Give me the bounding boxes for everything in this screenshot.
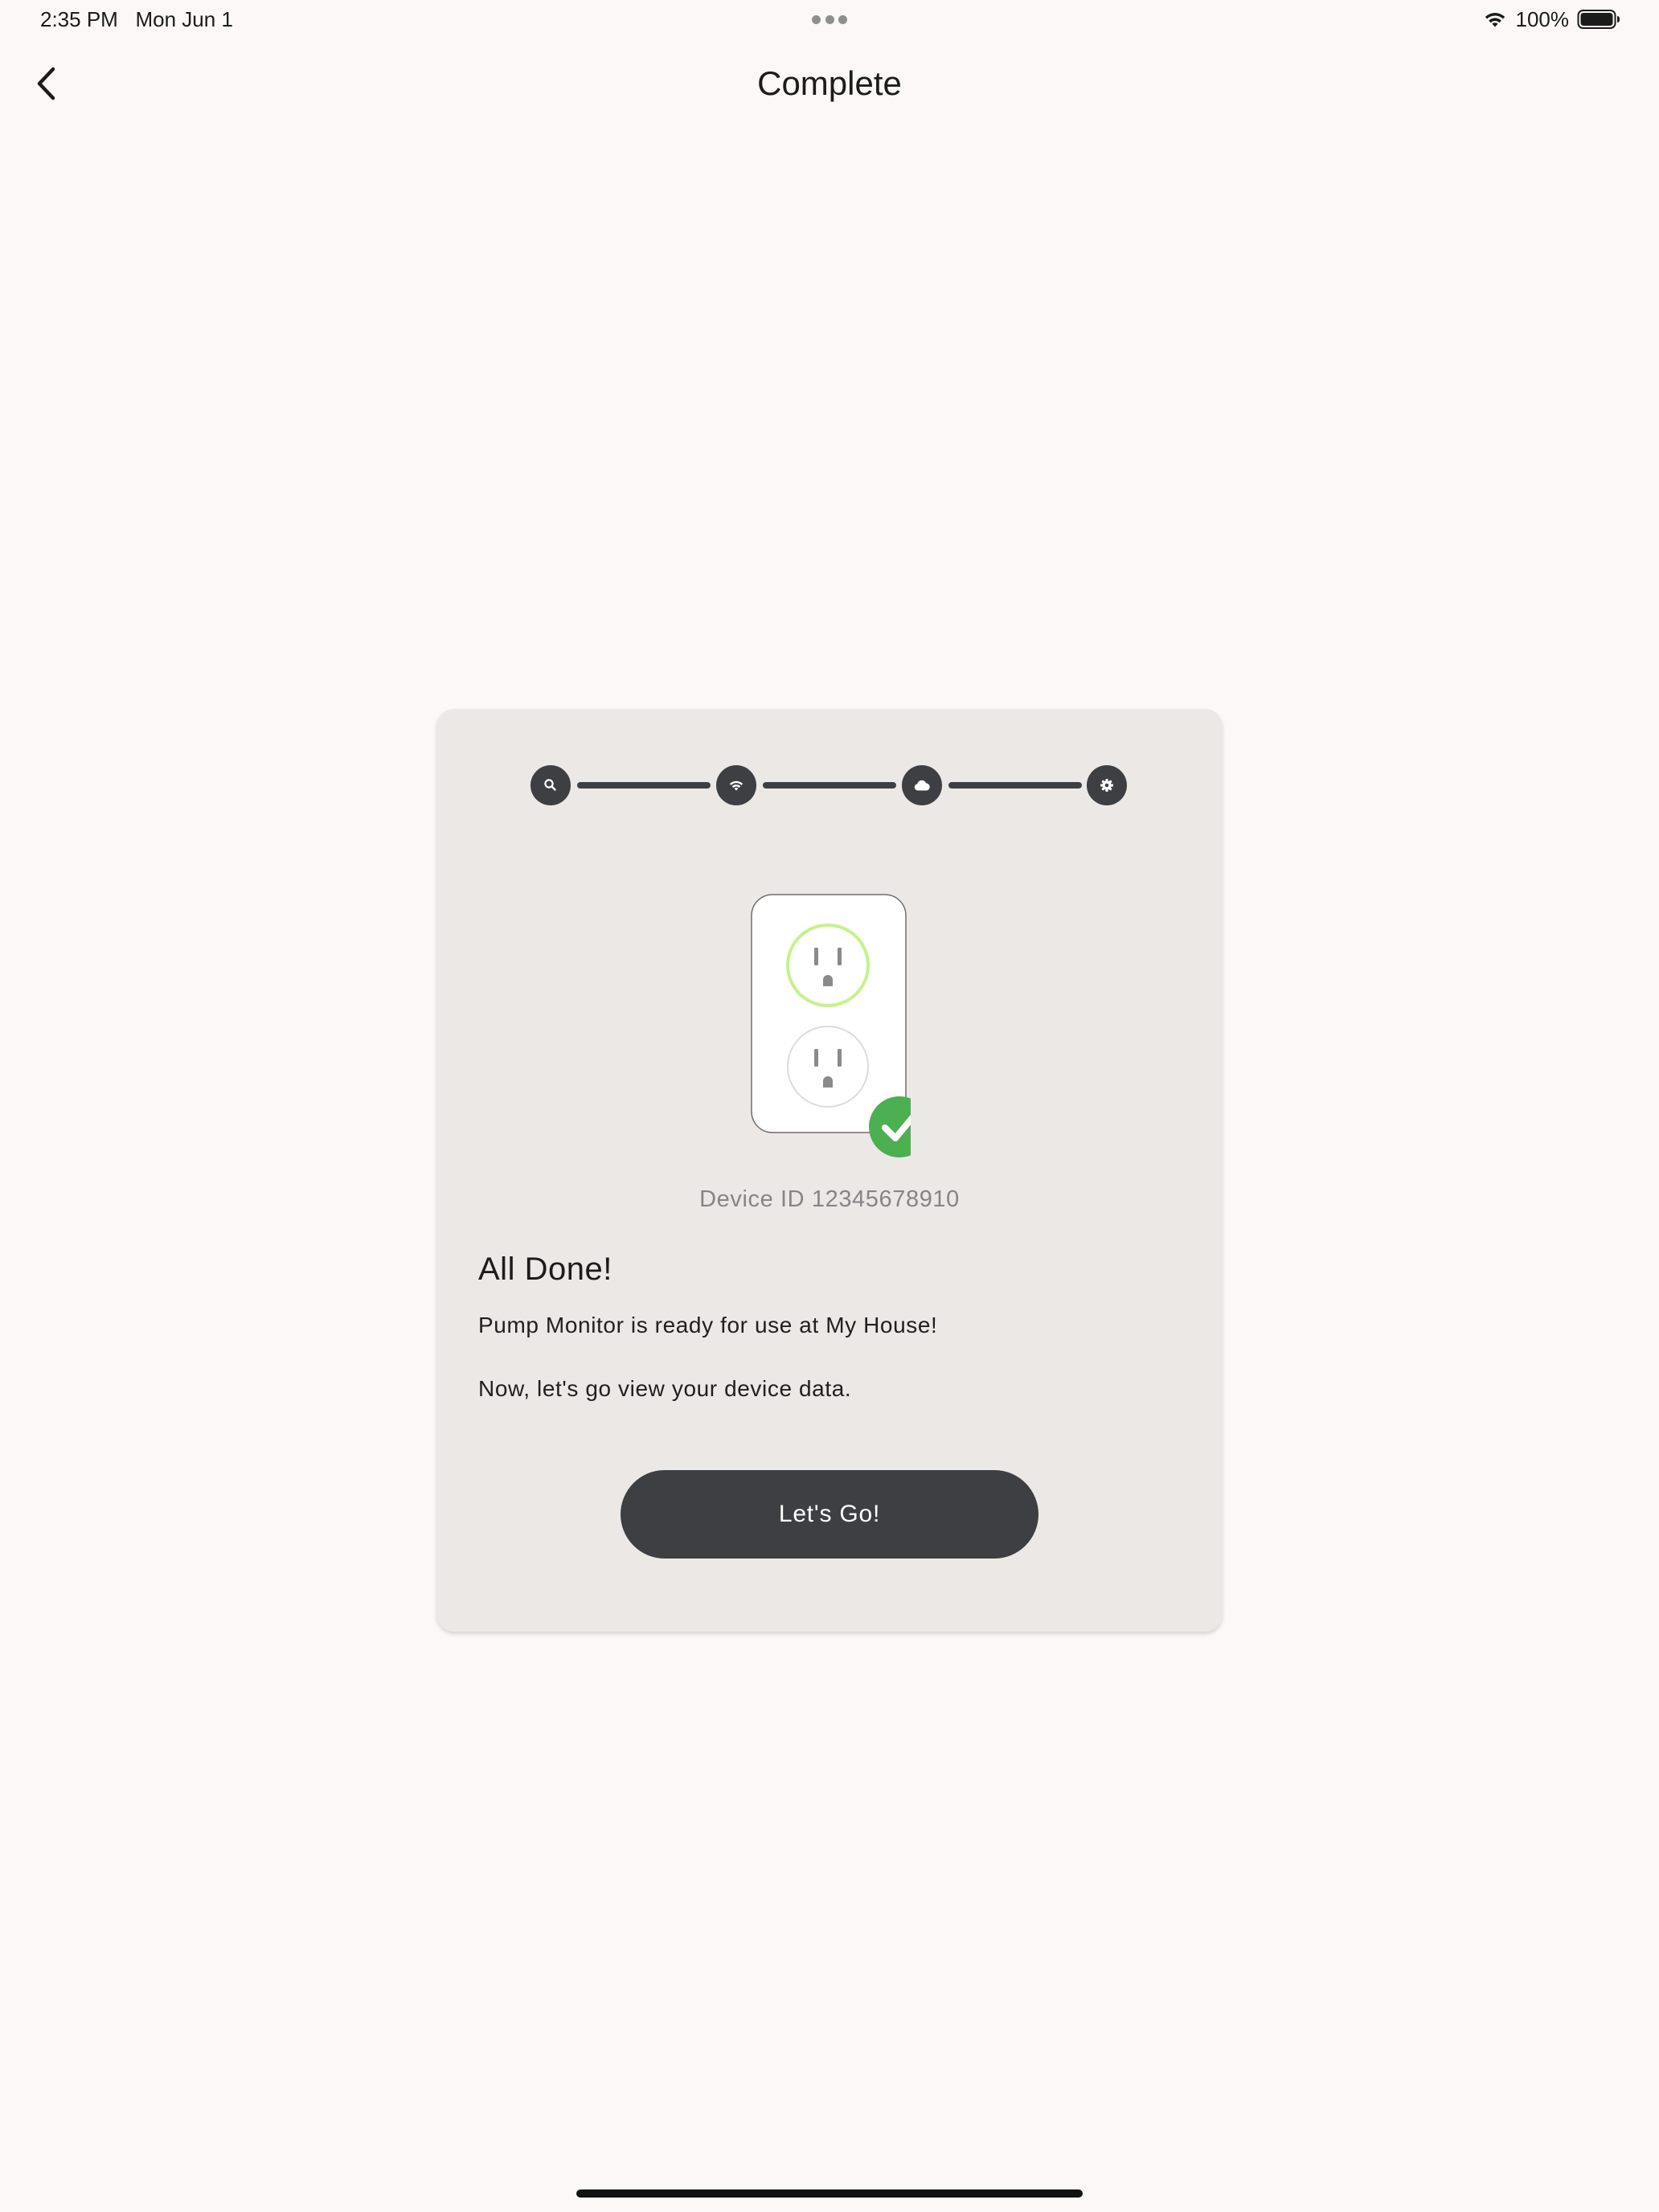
outlet-bottom-icon	[787, 1026, 869, 1108]
outlet-top-icon	[786, 924, 870, 1007]
status-bar-time: 2:35 PM Mon Jun 1	[40, 5, 233, 34]
setup-complete-screen: 2:35 PM Mon Jun 1 100% Complete Device I…	[0, 0, 1659, 2212]
device-id-label: Device ID 12345678910	[699, 1186, 960, 1212]
lets-go-button[interactable]: Let's Go!	[621, 1470, 1038, 1559]
cloud-icon	[914, 780, 930, 791]
battery-icon	[1577, 10, 1620, 29]
gear-icon	[1100, 779, 1113, 792]
search-icon	[544, 779, 556, 791]
step-connector	[948, 782, 1082, 789]
step-wifi	[716, 765, 756, 805]
multitasking-dots[interactable]	[812, 14, 847, 24]
next-step-message: Now, let's go view your device data.	[478, 1376, 852, 1401]
wifi-icon	[729, 780, 743, 791]
wifi-signal-icon	[1485, 13, 1505, 27]
step-settings	[1087, 765, 1127, 805]
battery-percentage: 100%	[1515, 7, 1570, 31]
status-date: Mon Jun 1	[135, 7, 233, 31]
step-connector	[763, 782, 896, 789]
step-cloud	[902, 765, 942, 805]
step-connector	[577, 782, 711, 789]
home-indicator[interactable]	[576, 2189, 1083, 2198]
ready-message: Pump Monitor is ready for use at My Hous…	[478, 1313, 938, 1337]
setup-progress-stepper	[530, 765, 1127, 807]
setup-complete-card: Device ID 12345678910 All Done! Pump Mon…	[436, 709, 1223, 1632]
smart-plug-illustration	[751, 894, 911, 1157]
completion-heading: All Done!	[478, 1251, 612, 1287]
status-time: 2:35 PM	[40, 7, 118, 31]
step-search	[530, 765, 571, 805]
status-bar-right: 100%	[1482, 5, 1621, 34]
page-title: Complete	[757, 64, 902, 102]
